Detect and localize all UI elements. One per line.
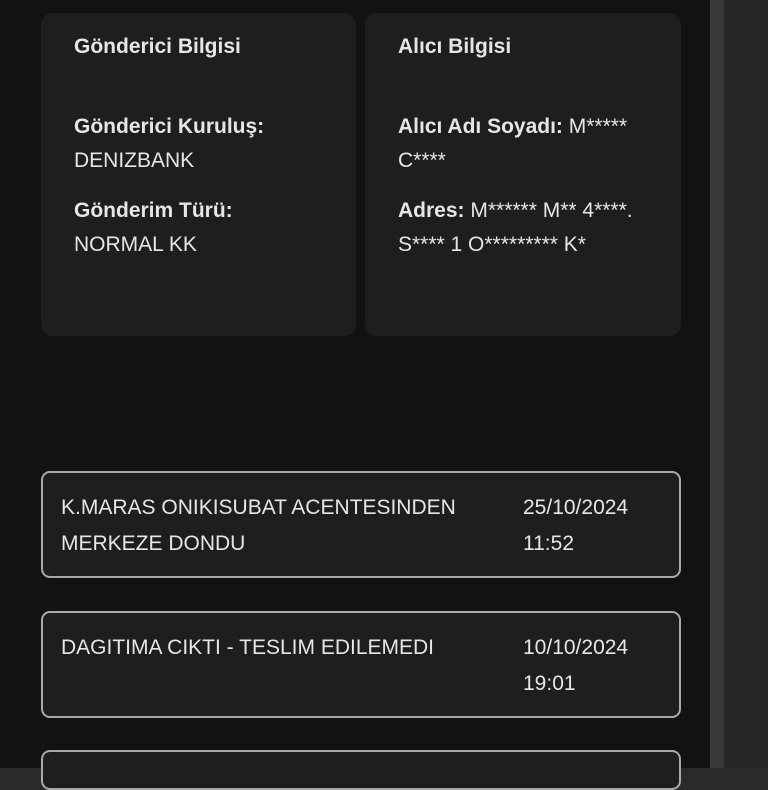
tracking-event-card: DAGITIMA CIKTI - TESLIM EDILEMEDI 10/10/… xyxy=(41,611,681,718)
event-datetime: 10/10/2024 19:01 xyxy=(523,630,673,702)
recipient-info-title: Alıcı Bilgisi xyxy=(398,35,512,58)
event-time: 19:01 xyxy=(523,672,576,695)
phone-screen: Gönderici Bilgisi Gönderici Kuruluş: DEN… xyxy=(0,0,710,790)
sender-institution-label: Gönderici Kuruluş: xyxy=(74,115,265,138)
shipment-type-field: Gönderim Türü: NORMAL KK xyxy=(74,194,324,262)
recipient-address-label: Adres: xyxy=(398,199,465,222)
phone-frame-edge xyxy=(710,0,724,768)
shipment-type-value: NORMAL KK xyxy=(74,233,197,256)
recipient-address-field: Adres: M****** M** 4****. S**** 1 O*****… xyxy=(398,194,649,262)
sender-institution-value: DENIZBANK xyxy=(74,149,195,172)
tracking-event-card: K.MARAS ONIKISUBAT ACENTESINDEN MERKEZE … xyxy=(41,471,681,578)
event-description: DAGITIMA CIKTI - TESLIM EDILEMEDI xyxy=(61,636,435,659)
outer-background xyxy=(724,0,768,768)
recipient-info-card: Alıcı Bilgisi Alıcı Adı Soyadı: M***** C… xyxy=(365,13,681,336)
event-time: 11:52 xyxy=(523,532,574,555)
event-datetime: 25/10/2024 11:52 xyxy=(523,490,673,562)
recipient-name-field: Alıcı Adı Soyadı: M***** C**** xyxy=(398,110,649,178)
recipient-name-label: Alıcı Adı Soyadı: xyxy=(398,115,563,138)
tracking-event-card-partial xyxy=(41,750,681,790)
event-date: 10/10/2024 xyxy=(523,636,629,659)
sender-institution-field: Gönderici Kuruluş: DENIZBANK xyxy=(74,110,324,178)
sender-info-title: Gönderici Bilgisi xyxy=(74,35,241,58)
event-description: K.MARAS ONIKISUBAT ACENTESINDEN MERKEZE … xyxy=(61,496,456,555)
shipment-type-label: Gönderim Türü: xyxy=(74,199,233,222)
sender-info-card: Gönderici Bilgisi Gönderici Kuruluş: DEN… xyxy=(41,13,356,336)
event-date: 25/10/2024 xyxy=(523,496,629,519)
